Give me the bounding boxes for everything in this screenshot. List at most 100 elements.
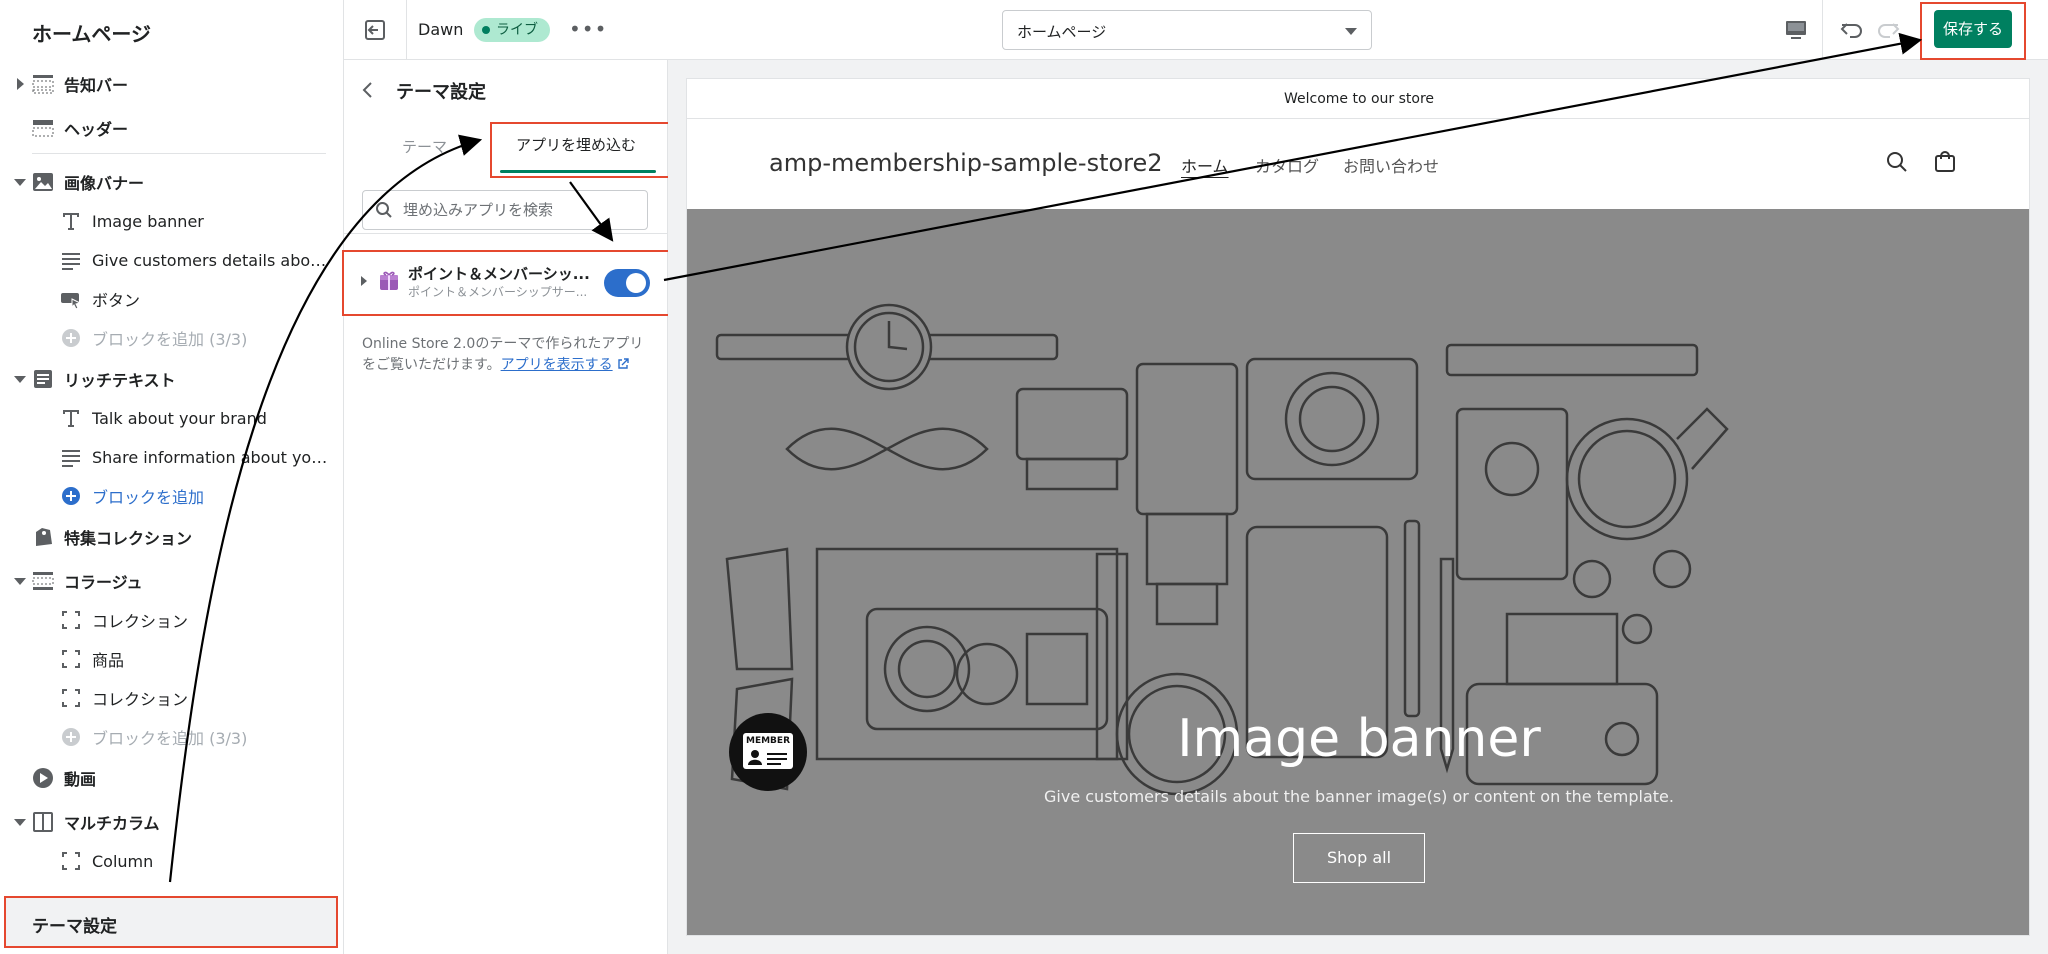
- gift-app-icon: [380, 271, 398, 290]
- view-apps-link[interactable]: アプリを表示する: [501, 357, 613, 373]
- member-badge-label: MEMBER: [746, 736, 790, 746]
- image-banner[interactable]: Image banner Give customers details abou…: [687, 209, 2029, 935]
- store-preview[interactable]: Welcome to our store amp-membership-samp…: [686, 78, 2030, 936]
- tag-icon: [36, 528, 52, 546]
- store-header: amp-membership-sample-store2 ホーム カタログ お問…: [687, 119, 2029, 209]
- announcement-text: Welcome to our store: [687, 79, 2029, 119]
- add-block-button[interactable]: ブロックを追加: [0, 478, 344, 514]
- banner-illustration: [715, 303, 1729, 796]
- status-badge-label: ライブ: [496, 22, 538, 38]
- block-collage-collection-2[interactable]: コレクション: [0, 680, 344, 716]
- external-link-icon[interactable]: [617, 358, 629, 370]
- app-search-field[interactable]: [362, 190, 648, 230]
- block-label: ブロックを追加 (3/3): [92, 330, 248, 349]
- chevron-down-icon[interactable]: [14, 818, 26, 826]
- play-icon: [33, 768, 53, 788]
- theme-settings-button[interactable]: テーマ設定: [4, 896, 338, 948]
- rich-text-icon: [34, 370, 52, 388]
- section-announcement-bar[interactable]: 告知バー: [0, 66, 344, 102]
- chevron-down-icon: [1345, 28, 1357, 35]
- panel-title: テーマ設定: [396, 82, 486, 103]
- theme-settings-panel: テーマ設定 テーマ アプリを埋め込む ポイント＆メンバーシッ... ポイント＆メ…: [342, 60, 670, 954]
- block-label: コレクション: [92, 690, 189, 709]
- section-label: コラージュ: [64, 573, 143, 592]
- section-label: 動画: [64, 770, 97, 789]
- block-label: ブロックを追加: [92, 488, 205, 507]
- section-label: 特集コレクション: [64, 529, 193, 548]
- divider: [32, 153, 326, 154]
- tab-theme[interactable]: テーマ: [402, 136, 447, 157]
- block-image-banner-text[interactable]: Give customers details about t...: [0, 242, 344, 278]
- section-multicolumn[interactable]: マルチカラム: [0, 804, 344, 840]
- tab-app-embeds[interactable]: アプリを埋め込む: [516, 134, 636, 155]
- section-image-banner[interactable]: 画像バナー: [0, 164, 344, 200]
- exit-icon[interactable]: [362, 17, 388, 43]
- columns-icon: [33, 812, 53, 832]
- section-header[interactable]: ヘッダー: [0, 110, 344, 146]
- add-block-icon: [62, 329, 80, 347]
- active-tab-indicator: [500, 170, 656, 173]
- banner-subtitle: Give customers details about the banner …: [1044, 787, 1674, 806]
- section-label: 画像バナー: [64, 174, 145, 193]
- block-label: Give customers details about t...: [92, 250, 334, 270]
- block-image-banner-heading[interactable]: Image banner: [0, 203, 344, 239]
- announcement-bar-icon: [32, 75, 54, 94]
- top-bar: Dawn ライブ ••• ホームページ 保存する: [344, 0, 2048, 60]
- divider: [406, 0, 407, 60]
- chevron-down-icon[interactable]: [14, 577, 26, 585]
- back-icon[interactable]: [358, 80, 378, 100]
- collage-icon: [32, 572, 54, 590]
- redo-icon[interactable]: [1874, 16, 1902, 44]
- block-collage-product[interactable]: 商品: [0, 641, 344, 677]
- shop-all-button[interactable]: Shop all: [1293, 833, 1425, 883]
- frame-icon: [62, 650, 80, 668]
- page-selector-value: ホームページ: [1017, 23, 1107, 41]
- app-embed-note: Online Store 2.0のテーマで作られたアプリをご覧いただけます。アプ…: [362, 334, 646, 376]
- block-multicolumn-column[interactable]: Column: [0, 843, 344, 879]
- page-selector[interactable]: ホームページ: [1002, 10, 1372, 50]
- nav-catalog[interactable]: カタログ: [1255, 153, 1319, 177]
- frame-icon: [62, 611, 80, 629]
- add-block-icon: [62, 487, 80, 505]
- add-block-icon: [62, 728, 80, 746]
- app-embed-name: ポイント＆メンバーシッ...: [408, 265, 590, 283]
- undo-icon[interactable]: [1838, 16, 1866, 44]
- more-actions-button[interactable]: •••: [569, 16, 606, 44]
- sidebar-title: ホームページ: [32, 22, 151, 46]
- store-name[interactable]: amp-membership-sample-store2: [769, 149, 1163, 177]
- section-collage[interactable]: コラージュ: [0, 563, 344, 599]
- save-button[interactable]: 保存する: [1934, 10, 2012, 48]
- app-search-input[interactable]: [403, 199, 639, 221]
- cart-icon[interactable]: [1933, 150, 1957, 174]
- live-dot-icon: [482, 26, 490, 34]
- image-icon: [33, 173, 53, 191]
- chevron-down-icon[interactable]: [14, 375, 26, 383]
- section-video[interactable]: 動画: [0, 760, 344, 796]
- desktop-icon[interactable]: [1784, 18, 1808, 42]
- search-icon[interactable]: [1885, 150, 1909, 174]
- nav-home[interactable]: ホーム: [1181, 153, 1229, 177]
- nav-contact[interactable]: お問い合わせ: [1343, 153, 1439, 177]
- section-rich-text[interactable]: リッチテキスト: [0, 361, 344, 397]
- block-label: Talk about your brand: [92, 408, 267, 428]
- section-featured-collection[interactable]: 特集コレクション: [0, 519, 344, 555]
- block-label: Column: [92, 851, 154, 871]
- add-block-button-disabled: ブロックを追加 (3/3): [0, 320, 344, 356]
- block-collage-collection[interactable]: コレクション: [0, 602, 344, 638]
- member-badge-button[interactable]: MEMBER: [729, 713, 807, 791]
- section-sidebar: ホームページ 告知バー ヘッダー 画像バナー Image banner Give…: [0, 0, 344, 954]
- block-image-banner-button[interactable]: ボタン: [0, 281, 344, 317]
- chevron-right-icon[interactable]: [361, 276, 367, 286]
- add-block-button-disabled: ブロックを追加 (3/3): [0, 719, 344, 755]
- chevron-right-icon[interactable]: [17, 78, 24, 90]
- section-label: マルチカラム: [64, 814, 160, 833]
- block-rich-text-heading[interactable]: Talk about your brand: [0, 400, 344, 436]
- app-embed-toggle[interactable]: [604, 269, 650, 297]
- chevron-down-icon[interactable]: [14, 178, 26, 186]
- block-rich-text-text[interactable]: Share information about your b...: [0, 439, 344, 475]
- app-embed-subtitle: ポイント＆メンバーシップサー...: [408, 285, 588, 299]
- block-label: ブロックを追加 (3/3): [92, 729, 248, 748]
- block-label: コレクション: [92, 612, 189, 631]
- block-label: ボタン: [92, 291, 141, 310]
- block-label: 商品: [92, 651, 125, 670]
